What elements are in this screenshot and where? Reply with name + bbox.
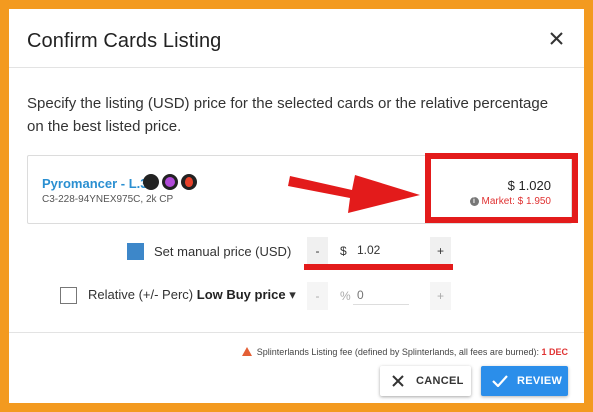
- check-icon: [492, 375, 508, 387]
- listing-fee-notice: Splinterlands Listing fee (defined by Sp…: [241, 347, 568, 357]
- market-price-label: Market: $ 1.950: [481, 196, 551, 207]
- cancel-button-label: CANCEL: [416, 375, 464, 387]
- ability-dark-icon: [143, 173, 159, 190]
- card-price: $ 1.020: [507, 178, 551, 193]
- manual-price-stepper: - $ +: [307, 237, 451, 265]
- relative-price-row: Relative (+/- Perc) Low Buy price ▾ - % …: [0, 279, 575, 310]
- manual-price-increment-button[interactable]: +: [430, 237, 451, 265]
- currency-prefix: $: [340, 244, 347, 258]
- review-button-label: REVIEW: [517, 375, 563, 387]
- market-price: i Market: $ 1.950: [469, 196, 551, 207]
- relative-price-label[interactable]: Relative (+/- Perc) Low Buy price ▾: [88, 287, 296, 303]
- manual-price-decrement-button[interactable]: -: [307, 237, 328, 265]
- price-highlight-box: $ 1.020 i Market: $ 1.950: [425, 153, 578, 223]
- manual-price-row: Set manual price (USD) - $ +: [0, 236, 575, 266]
- close-icon: [392, 375, 404, 387]
- red-underline-annotation: [304, 264, 453, 270]
- listing-fee-text: Splinterlands Listing fee (defined by Sp…: [256, 347, 539, 357]
- percent-prefix: %: [340, 289, 351, 303]
- manual-price-label: Set manual price (USD): [154, 244, 292, 259]
- ability-purple-icon: [162, 173, 178, 190]
- dialog-description: Specify the listing (USD) price for the …: [27, 95, 549, 135]
- review-button[interactable]: REVIEW: [481, 366, 568, 396]
- warning-icon: [241, 347, 252, 357]
- fire-element-icon: [181, 173, 197, 190]
- close-icon[interactable]: [549, 31, 564, 46]
- card-id-line: C3-228-94YNEX975C, 2k CP: [42, 194, 174, 205]
- low-buy-price-dropdown[interactable]: Low Buy price: [197, 287, 286, 302]
- dialog-title: Confirm Cards Listing: [27, 30, 222, 52]
- cancel-button[interactable]: CANCEL: [380, 366, 471, 396]
- card-ability-icons: [143, 173, 200, 190]
- card-name-link[interactable]: Pyromancer - L.3: [42, 176, 148, 191]
- relative-price-label-text: Relative (+/- Perc): [88, 287, 194, 302]
- relative-price-stepper: - % +: [307, 282, 451, 310]
- relative-price-increment-button[interactable]: +: [430, 282, 451, 310]
- dialog-header: Confirm Cards Listing: [9, 9, 584, 68]
- listing-fee-value: 1 DEC: [541, 347, 568, 357]
- manual-price-checkbox[interactable]: [127, 243, 144, 260]
- relative-price-checkbox[interactable]: [60, 287, 77, 304]
- relative-price-input[interactable]: [353, 286, 409, 305]
- chevron-down-icon: ▾: [289, 287, 296, 302]
- dialog-footer: Splinterlands Listing fee (defined by Sp…: [9, 332, 584, 404]
- manual-price-input[interactable]: [353, 241, 417, 259]
- relative-price-decrement-button[interactable]: -: [307, 282, 328, 310]
- info-icon: i: [469, 196, 479, 206]
